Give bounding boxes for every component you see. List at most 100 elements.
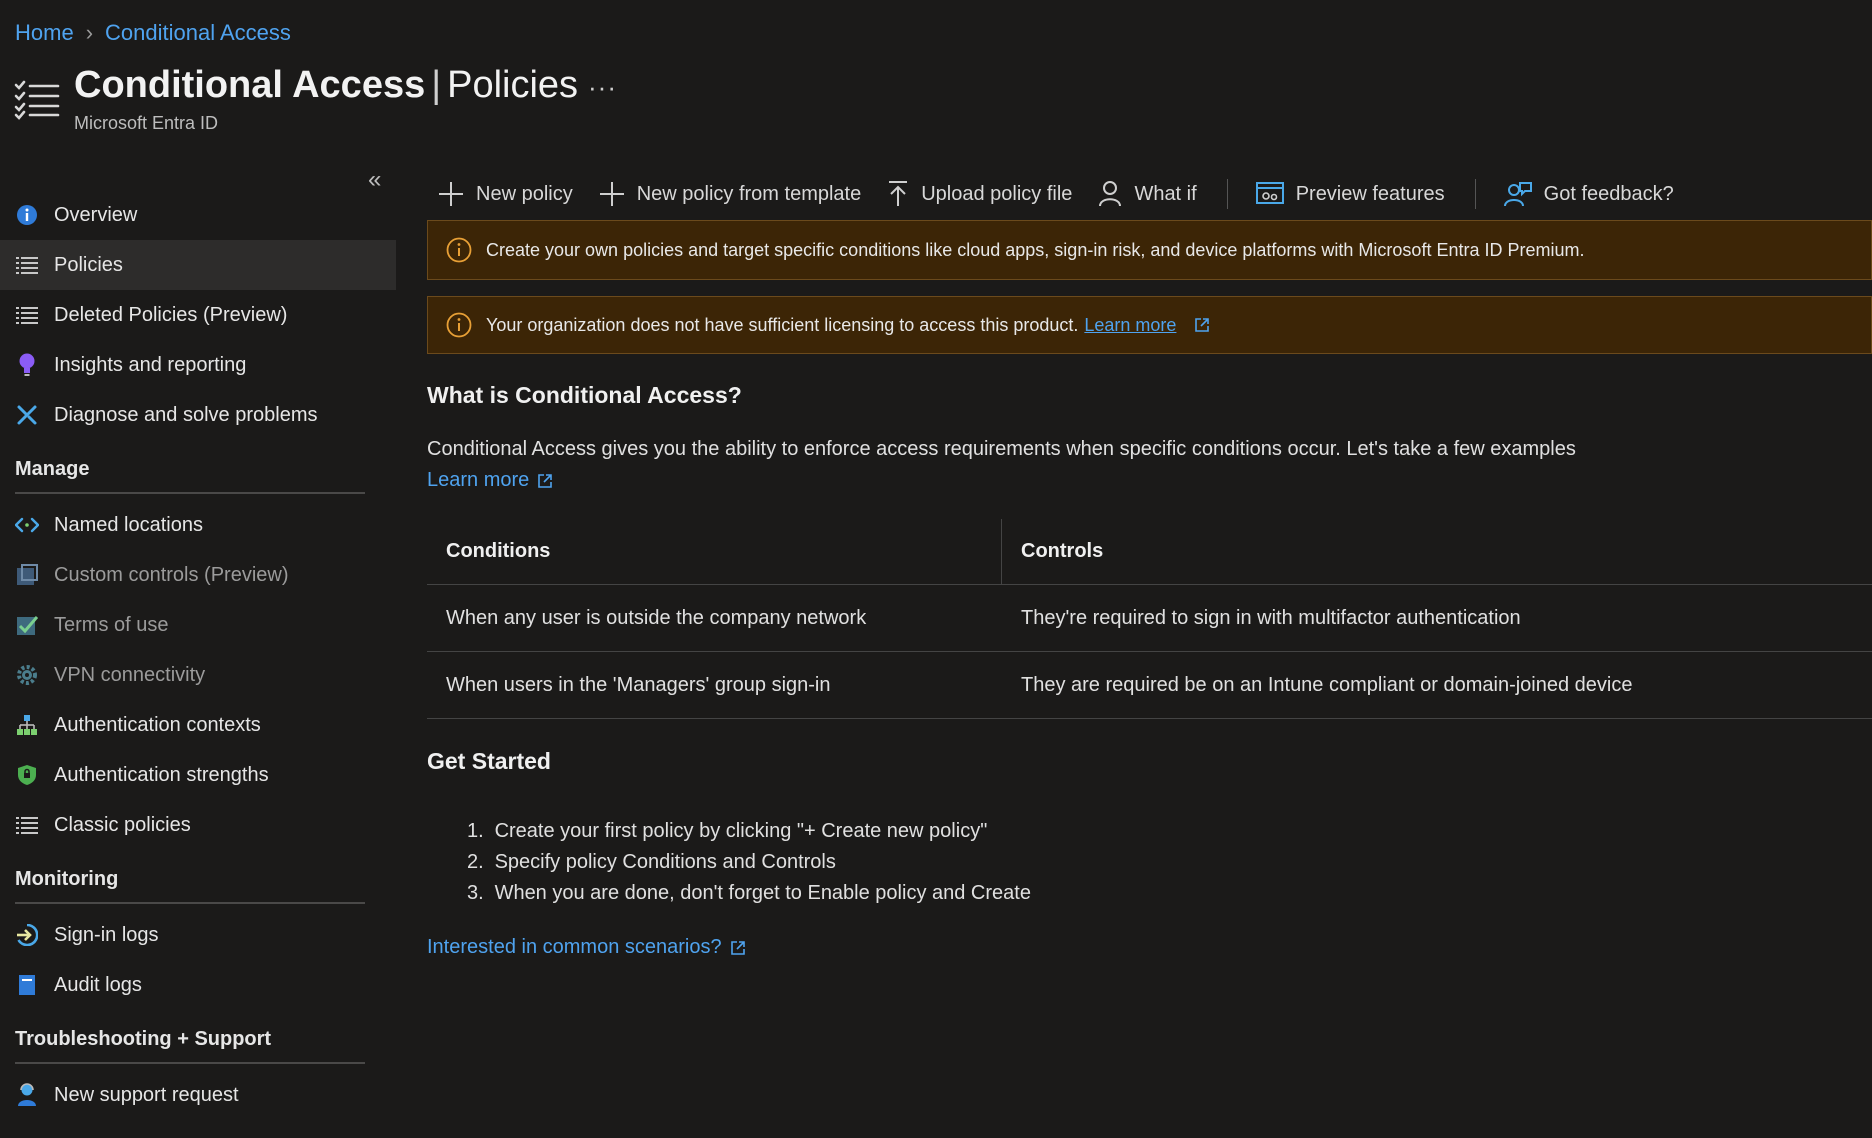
get-started-steps: 1. Create your first policy by clicking … (467, 820, 1031, 913)
sidebar-item-audit-logs[interactable]: Audit logs (0, 960, 396, 1010)
learn-more-link[interactable]: Learn more (427, 469, 529, 492)
column-header-conditions: Conditions (427, 519, 1002, 584)
premium-banner-text: Create your own policies and target spec… (486, 239, 1585, 260)
upload-icon (889, 181, 908, 206)
sidebar-item-label: Terms of use (54, 613, 169, 636)
warning-info-icon (446, 312, 472, 338)
plus-icon (439, 182, 463, 206)
sidebar-item-auth-contexts[interactable]: Authentication contexts (0, 700, 396, 750)
list-item: 3. When you are done, don't forget to En… (467, 882, 1031, 904)
sidebar-item-label: Authentication contexts (54, 713, 261, 736)
lightbulb-icon (15, 353, 39, 377)
command-bar: New policy New policy from template Uplo… (438, 176, 1700, 212)
external-link-icon[interactable] (1194, 317, 1210, 333)
sidebar-item-label: Insights and reporting (54, 353, 247, 376)
policy-list-icon (14, 80, 60, 120)
license-warning-banner: Your organization does not have sufficie… (427, 296, 1872, 354)
sidebar: Overview Policies Deleted Policies (Prev… (0, 190, 396, 1120)
chevron-right-icon: › (85, 20, 94, 45)
table-cell: They're required to sign in with multifa… (1021, 606, 1521, 629)
feedback-button[interactable]: Got feedback? (1503, 181, 1674, 207)
section-divider (15, 492, 365, 494)
breadcrumb-home-link[interactable]: Home (15, 20, 74, 46)
list-icon (15, 303, 39, 327)
preview-features-button[interactable]: Preview features (1255, 182, 1445, 206)
sidebar-item-sign-in-logs[interactable]: Sign-in logs (0, 910, 396, 960)
plus-icon (599, 182, 624, 206)
table-cell: When users in the 'Managers' group sign-… (446, 673, 831, 696)
feedback-label: Got feedback? (1543, 182, 1674, 205)
sidebar-item-vpn[interactable]: VPN connectivity (0, 650, 396, 700)
sidebar-item-classic-policies[interactable]: Classic policies (0, 800, 396, 850)
sidebar-item-policies[interactable]: Policies (0, 240, 396, 290)
table-row: When any user is outside the company net… (427, 585, 1872, 652)
sidebar-item-deleted-policies[interactable]: Deleted Policies (Preview) (0, 290, 396, 340)
sidebar-item-terms-of-use[interactable]: Terms of use (0, 600, 396, 650)
get-started-heading: Get Started (427, 748, 551, 774)
sidebar-item-label: Diagnose and solve problems (54, 403, 318, 426)
examples-table: Conditions Controls When any user is out… (427, 519, 1872, 719)
title-separator: | (431, 64, 442, 106)
new-policy-from-template-label: New policy from template (636, 182, 862, 205)
sidebar-item-label: Custom controls (Preview) (54, 563, 289, 586)
common-scenarios-link[interactable]: Interested in common scenarios? (427, 936, 722, 959)
checkbox-icon (15, 613, 39, 637)
gear-icon (15, 663, 39, 687)
toolbar-divider (1474, 179, 1476, 209)
sidebar-item-label: Classic policies (54, 813, 191, 836)
section-divider (15, 902, 365, 904)
more-options-button[interactable]: ··· (588, 72, 617, 103)
sidebar-item-label: Policies (54, 253, 123, 276)
preview-features-label: Preview features (1295, 182, 1445, 205)
sign-in-icon (15, 923, 39, 947)
book-icon (15, 973, 39, 997)
person-support-icon (15, 1083, 39, 1107)
common-scenarios: Interested in common scenarios? (427, 936, 746, 959)
toolbar-divider (1226, 179, 1228, 209)
sidebar-item-named-locations[interactable]: Named locations (0, 500, 396, 550)
table-cell: They are required be on an Intune compli… (1021, 673, 1633, 696)
sidebar-item-new-support-request[interactable]: New support request (0, 1070, 396, 1120)
sidebar-item-label: Audit logs (54, 973, 142, 996)
what-is-description: Conditional Access gives you the ability… (427, 438, 1576, 460)
page-title-main: Conditional Access (74, 64, 426, 106)
upload-policy-file-button[interactable]: Upload policy file (887, 181, 1072, 207)
list-item: 2. Specify policy Conditions and Control… (467, 851, 836, 873)
external-link-icon[interactable] (537, 473, 553, 489)
sidebar-item-label: Authentication strengths (54, 763, 269, 786)
table-cell: When any user is outside the company net… (446, 606, 867, 629)
table-header-row: Conditions Controls (427, 519, 1872, 585)
section-divider (15, 1062, 365, 1064)
upload-policy-file-label: Upload policy file (921, 182, 1073, 205)
new-policy-label: New policy (476, 182, 573, 205)
person-icon (1099, 181, 1122, 207)
list-icon (15, 813, 39, 837)
sidebar-item-auth-strengths[interactable]: Authentication strengths (0, 750, 396, 800)
page-title: Conditional Access | Policies (74, 64, 578, 107)
column-header-controls: Controls (1021, 540, 1104, 562)
sidebar-section-manage: Manage (15, 458, 90, 480)
code-arrows-icon (15, 513, 39, 537)
sidebar-item-label: Overview (54, 203, 138, 226)
breadcrumb: Home › Conditional Access (15, 20, 291, 46)
sidebar-item-overview[interactable]: Overview (0, 190, 396, 240)
table-row: When users in the 'Managers' group sign-… (427, 652, 1872, 719)
license-banner-text: Your organization does not have sufficie… (486, 314, 1079, 335)
new-policy-from-template-button[interactable]: New policy from template (599, 181, 862, 207)
wrench-icon (15, 403, 39, 427)
list-icon (15, 253, 39, 277)
external-link-icon[interactable] (730, 940, 746, 956)
new-policy-button[interactable]: New policy (438, 181, 573, 207)
what-if-button[interactable]: What if (1098, 181, 1197, 207)
info-icon (15, 203, 39, 227)
preview-features-icon (1255, 182, 1284, 204)
license-learn-more-link[interactable]: Learn more (1084, 315, 1176, 336)
sidebar-item-label: Named locations (54, 513, 203, 536)
breadcrumb-current-link[interactable]: Conditional Access (105, 20, 291, 46)
sidebar-item-insights[interactable]: Insights and reporting (0, 340, 396, 390)
sidebar-item-label: Sign-in logs (54, 923, 159, 946)
premium-info-banner: Create your own policies and target spec… (427, 220, 1872, 280)
sidebar-item-diagnose[interactable]: Diagnose and solve problems (0, 390, 396, 440)
sidebar-item-label: Deleted Policies (Preview) (54, 303, 288, 326)
sidebar-item-custom-controls[interactable]: Custom controls (Preview) (0, 550, 396, 600)
